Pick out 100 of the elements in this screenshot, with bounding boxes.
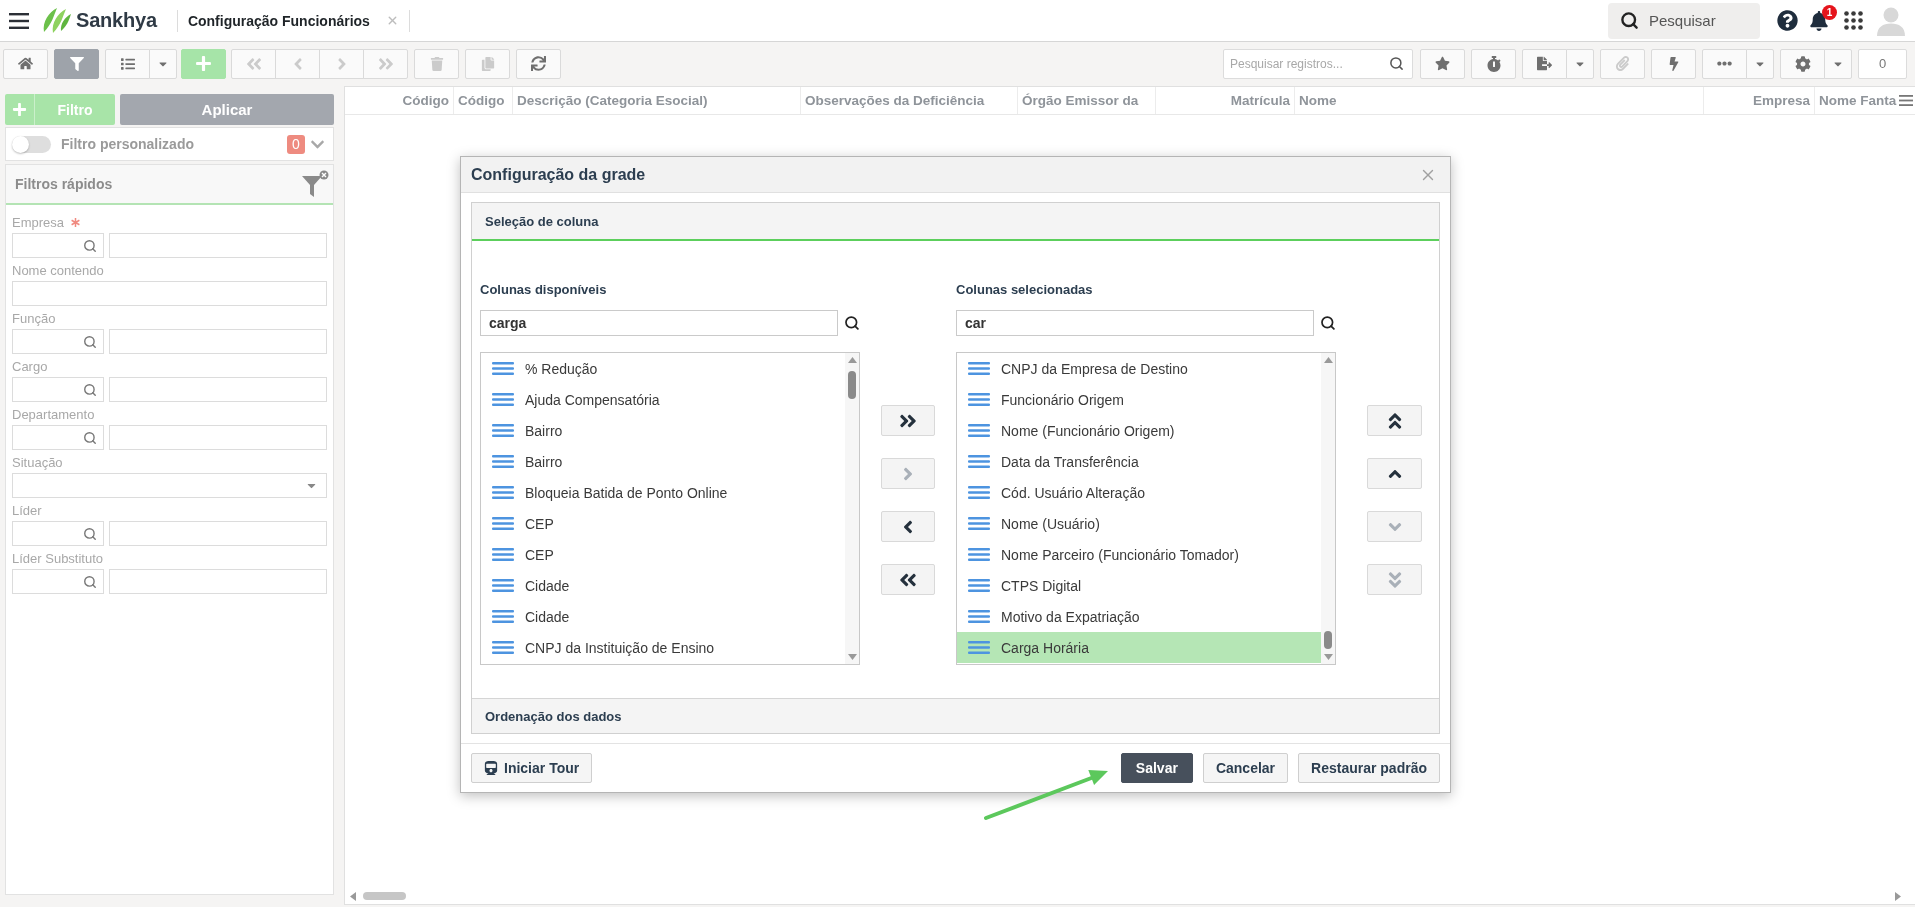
export-button[interactable] (1522, 48, 1567, 79)
list-item[interactable]: Cidade (481, 601, 845, 632)
refresh-button[interactable] (516, 48, 561, 79)
scroll-left-icon[interactable] (350, 891, 356, 901)
list-item[interactable]: Cidade (481, 570, 845, 601)
dropdown-button[interactable] (1824, 48, 1852, 79)
code-field[interactable] (12, 569, 104, 594)
file-export-icon (1537, 56, 1552, 71)
gear-icon (1794, 55, 1811, 72)
dropdown-button[interactable] (1746, 48, 1774, 79)
list-item[interactable]: Ajuda Compensatória (481, 384, 845, 415)
settings-button[interactable] (1780, 48, 1825, 79)
description-field[interactable] (109, 425, 327, 450)
scroll-right-icon[interactable] (1895, 891, 1901, 901)
list-item[interactable]: Data da Transferência (957, 446, 1321, 477)
column-menu-icon[interactable] (1899, 95, 1913, 106)
help-icon[interactable] (1777, 10, 1798, 31)
add-all-button[interactable] (881, 405, 935, 436)
scroll-down-icon[interactable] (1323, 654, 1333, 660)
scroll-up-icon[interactable] (847, 357, 857, 363)
description-field[interactable] (109, 521, 327, 546)
record-search-field[interactable]: Pesquisar registros... (1223, 48, 1413, 79)
favorite-button[interactable] (1420, 48, 1465, 79)
menu-icon[interactable] (9, 12, 29, 29)
hamburger-icon (492, 486, 514, 499)
tour-button[interactable]: Iniciar Tour (471, 753, 593, 783)
scroll-down-icon[interactable] (847, 654, 857, 660)
save-button[interactable]: Salvar (1120, 753, 1193, 783)
search-icon[interactable] (1320, 315, 1336, 331)
field-label: Líder Substituto (12, 551, 104, 566)
hamburger-icon (492, 641, 514, 654)
list-item[interactable]: Nome Parceiro (Funcionário Tomador) (957, 539, 1321, 570)
code-field[interactable] (12, 425, 104, 450)
search-field[interactable]: carga (480, 310, 839, 336)
vertical-scrollbar[interactable] (845, 353, 859, 664)
list-item[interactable]: CTPS Digital (957, 570, 1321, 601)
description-field[interactable] (109, 329, 327, 354)
scrollbar-thumb[interactable] (363, 892, 406, 900)
move-top-button[interactable] (1367, 405, 1422, 436)
footer-button[interactable]: Cancelar (1202, 753, 1289, 783)
filter-button[interactable] (54, 48, 99, 79)
list-item[interactable]: Bairro (481, 446, 845, 477)
list-item[interactable]: CNPJ da Instituição de Ensino (481, 632, 845, 663)
search-field[interactable]: Pesquisar (1608, 2, 1760, 39)
list-item[interactable]: Bloqueia Batida de Ponto Online (481, 477, 845, 508)
bell-icon[interactable] (1809, 10, 1829, 31)
scroll-up-icon[interactable] (1323, 357, 1333, 363)
apps-grid-icon[interactable] (1844, 11, 1863, 30)
footer-button[interactable]: Restaurar padrão (1298, 753, 1440, 783)
search-field[interactable]: car (956, 310, 1315, 336)
toggle-switch[interactable] (12, 135, 51, 153)
timer-button[interactable] (1471, 48, 1516, 79)
notification-badge: 1 (1822, 4, 1837, 20)
search-icon (1389, 55, 1404, 71)
list-item[interactable]: Nome (Funcionário Origem) (957, 415, 1321, 446)
list-item[interactable]: CEP (481, 539, 845, 570)
avatar-icon[interactable] (1877, 5, 1905, 36)
vertical-scrollbar[interactable] (1321, 353, 1335, 664)
list-item[interactable]: Cód. Usuário Alteração (957, 477, 1321, 508)
code-field[interactable] (12, 329, 104, 354)
list-item[interactable]: % Redução (481, 353, 845, 384)
funnel-icon[interactable] (302, 170, 329, 198)
column-list-title: Colunas disponíveis (480, 282, 608, 298)
list-item[interactable]: Nome (Usuário) (957, 508, 1321, 539)
list-item[interactable]: Carga Horária (957, 632, 1321, 663)
list-item[interactable]: CNPJ da Empresa de Destino (957, 353, 1321, 384)
remove-all-button[interactable] (881, 564, 935, 595)
code-field[interactable] (12, 521, 104, 546)
home-button[interactable] (3, 48, 48, 79)
list-item[interactable]: Funcionário Origem (957, 384, 1321, 415)
dropdown-button[interactable] (1566, 48, 1594, 79)
refresh-icon (531, 56, 546, 71)
dropdown-button[interactable] (149, 48, 177, 79)
move-up-button[interactable] (1367, 458, 1422, 489)
hamburger-icon (492, 579, 514, 592)
search-icon[interactable] (844, 315, 860, 331)
text-field[interactable] (12, 281, 327, 306)
filter-icon (69, 56, 84, 71)
list-item[interactable]: CEP (481, 508, 845, 539)
description-field[interactable] (109, 569, 327, 594)
tab-title[interactable]: Configuração Funcionários (187, 12, 370, 29)
section-header[interactable]: Seleção de coluna (472, 203, 1439, 241)
list-view-button[interactable] (105, 48, 150, 79)
scrollbar-thumb[interactable] (848, 371, 856, 399)
section-header[interactable]: Ordenação dos dados (472, 698, 1439, 733)
stopwatch-icon (1485, 55, 1502, 72)
list-item[interactable]: Bairro (481, 415, 845, 446)
dialog-title: Configuração da grade (471, 165, 646, 184)
scrollbar-thumb[interactable] (1324, 631, 1332, 649)
code-field[interactable] (12, 233, 104, 258)
code-field[interactable] (12, 377, 104, 402)
description-field[interactable] (109, 233, 327, 258)
hamburger-icon (492, 610, 514, 623)
more-button[interactable] (1702, 48, 1747, 79)
description-field[interactable] (109, 377, 327, 402)
select-field[interactable] (12, 473, 327, 498)
actions-button[interactable] (1651, 48, 1696, 79)
add-button[interactable] (181, 48, 226, 79)
remove-column-button[interactable] (881, 511, 935, 542)
list-item[interactable]: Motivo da Expatriação (957, 601, 1321, 632)
